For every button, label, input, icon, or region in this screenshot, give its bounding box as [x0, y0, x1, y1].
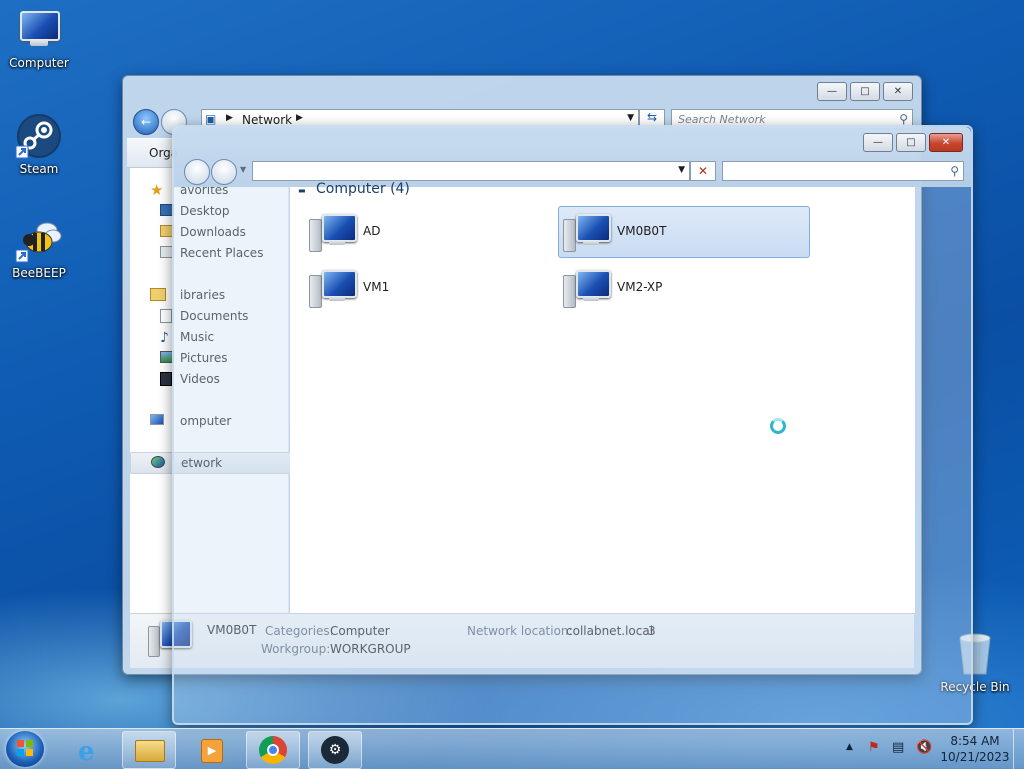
film-icon	[160, 372, 172, 386]
back-button[interactable]	[184, 159, 210, 185]
media-player-icon: ▶	[201, 739, 223, 763]
minimize-button[interactable]: —	[863, 133, 893, 152]
back-button[interactable]: ←	[133, 109, 159, 135]
volume-muted-icon[interactable]: 🔇	[916, 740, 932, 755]
busy-cursor-icon	[770, 418, 786, 434]
desktop-icon-computer[interactable]: Computer	[3, 8, 75, 70]
star-icon: ★	[150, 181, 164, 199]
computer-icon	[309, 211, 358, 253]
taskbar-chrome-button[interactable]	[246, 731, 300, 769]
chevron-right-icon: ▶	[296, 113, 303, 123]
forward-button[interactable]	[211, 159, 237, 185]
start-button[interactable]	[6, 731, 44, 767]
search-icon: ⚲	[899, 112, 908, 126]
desktop-icon-beebeep[interactable]: BeeBEEP	[3, 216, 75, 280]
chevron-down-icon[interactable]: ▼	[627, 113, 634, 123]
content-pane: ▬ Computer (4) AD VM0B0T VM1 VM2-XP	[290, 181, 915, 613]
search-input[interactable]: ⚲	[722, 161, 964, 181]
item-name: AD	[363, 224, 381, 238]
internet-explorer-icon: e	[78, 737, 95, 767]
back-arrow-icon: ←	[140, 115, 152, 129]
action-center-icon[interactable]: ⚑	[868, 740, 880, 755]
folder-icon	[135, 740, 165, 762]
minimize-button[interactable]: —	[817, 82, 847, 101]
item-name: VM0B0T	[617, 224, 667, 238]
taskbar-steam-button[interactable]: ⚙	[308, 731, 362, 769]
windows-logo-icon	[17, 740, 33, 756]
chrome-icon	[259, 736, 287, 764]
desktop-icon-steam[interactable]: Steam	[3, 112, 75, 176]
collapse-icon: ▬	[298, 186, 306, 195]
chevron-down-icon[interactable]: ▼	[678, 165, 685, 175]
window-controls: — □ ✕	[863, 133, 963, 152]
stop-button[interactable]: ✕	[690, 161, 716, 181]
show-desktop-button[interactable]	[1013, 729, 1024, 769]
taskbar: e ▶ ⚙ ▲ ⚑ ▤ 🔇 8:54 AM 10/21/2023	[0, 728, 1024, 769]
computer-icon	[150, 414, 164, 425]
close-button[interactable]: ✕	[883, 82, 913, 101]
computer-item-vm2-xp[interactable]: VM2-XP	[558, 262, 810, 314]
close-button[interactable]: ✕	[929, 133, 963, 152]
search-icon: ⚲	[950, 164, 959, 178]
clock-time: 8:54 AM	[950, 734, 1000, 748]
desktop-icon-label: BeeBEEP	[12, 266, 66, 280]
documents-icon	[160, 309, 172, 323]
computer-item-ad[interactable]: AD	[304, 206, 556, 258]
show-hidden-icons-button[interactable]: ▲	[846, 742, 853, 752]
address-bar[interactable]: ▼	[252, 161, 690, 181]
network-icon	[151, 456, 165, 468]
computer-icon	[16, 8, 62, 54]
item-name: VM1	[363, 280, 390, 294]
computer-item-vm0b0t[interactable]: VM0B0T	[558, 206, 810, 258]
libraries-icon	[150, 288, 166, 301]
clock-date: 10/21/2023	[940, 750, 1010, 764]
bee-icon	[15, 216, 63, 264]
network-status-icon[interactable]: ▤	[892, 740, 904, 755]
network-icon: ▣	[205, 112, 217, 126]
chevron-right-icon: ▶	[226, 113, 233, 123]
clock[interactable]: 8:54 AM 10/21/2023	[940, 733, 1010, 765]
maximize-button[interactable]: □	[896, 133, 926, 152]
taskbar-media-player-button[interactable]: ▶	[184, 731, 238, 769]
desktop-icon-label: Steam	[19, 162, 59, 176]
chevron-down-icon[interactable]: ▼	[240, 165, 246, 174]
computer-icon	[563, 211, 612, 253]
computer-item-vm1[interactable]: VM1	[304, 262, 556, 314]
steam-icon	[15, 112, 63, 160]
group-header[interactable]: ▬ Computer (4)	[298, 181, 410, 197]
maximize-button[interactable]: □	[850, 82, 880, 101]
system-tray: ▲ ⚑ ▤ 🔇 8:54 AM 10/21/2023	[842, 729, 1024, 769]
taskbar-explorer-button[interactable]	[122, 731, 176, 769]
item-name: VM2-XP	[617, 280, 663, 294]
steam-icon: ⚙	[321, 736, 349, 764]
desktop-icon-label: Computer	[9, 56, 69, 70]
group-header-label: Computer (4)	[316, 181, 410, 197]
computer-icon	[563, 267, 612, 309]
window-controls: — □ ✕	[817, 82, 913, 101]
taskbar-ie-button[interactable]: e	[64, 731, 118, 769]
computer-icon	[309, 267, 358, 309]
explorer-window-front: — □ ✕ ▼ ▼ ✕ ⚲ ▬ Computer (4) AD VM0B0T V…	[172, 125, 973, 725]
